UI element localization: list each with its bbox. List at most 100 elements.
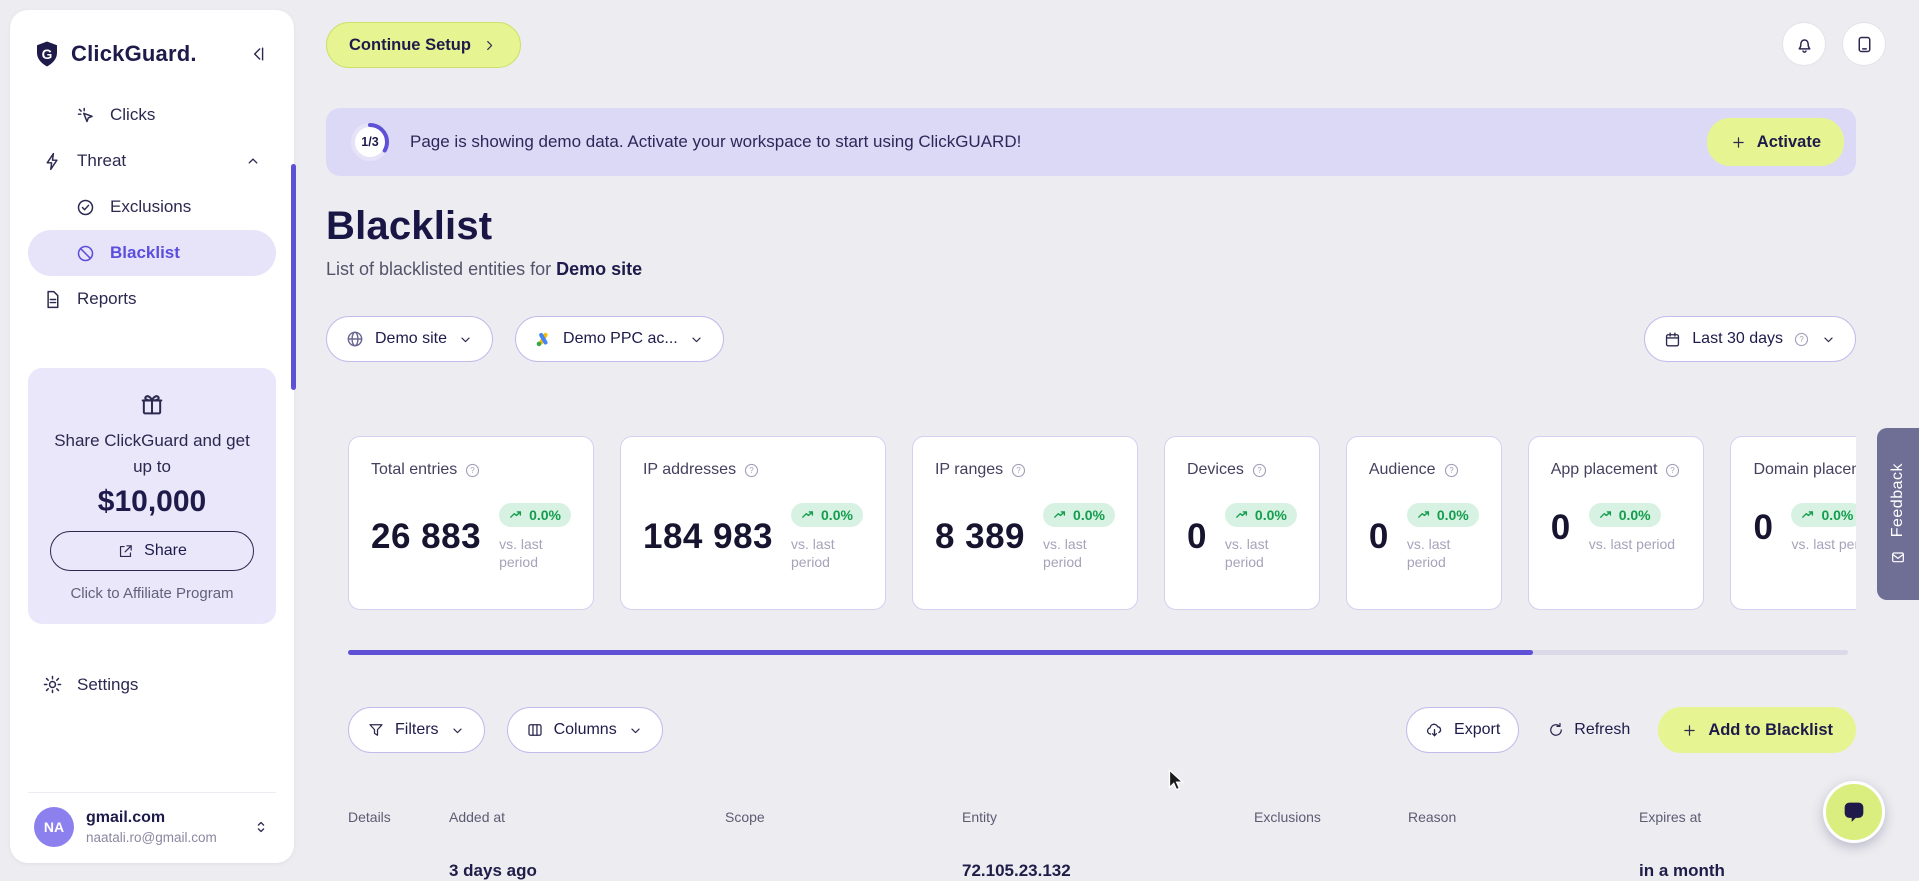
sidebar-item-blacklist[interactable]: Blacklist (28, 230, 276, 276)
ppc-account-selector[interactable]: Demo PPC ac... (515, 316, 724, 362)
stat-label: Audience (1368, 461, 1436, 478)
scrollbar-thumb[interactable] (348, 650, 1533, 655)
stat-label: Total entries (371, 461, 458, 478)
add-to-blacklist-label: Add to Blacklist (1708, 720, 1833, 739)
blacklist-table: Details Added at Scope Entity Exclusions… (348, 809, 1856, 881)
date-range-label: Last 30 days (1692, 330, 1783, 347)
sidebar-item-clicks[interactable]: Clicks (28, 92, 276, 138)
stat-vs-label: vs. last period (1791, 536, 1856, 552)
help-icon: ? (1252, 463, 1266, 477)
promo-amount: $10,000 (97, 485, 207, 518)
user-info: gmail.com naatali.ro@gmail.com (86, 809, 217, 845)
cards-horizontal-scrollbar[interactable] (348, 650, 1848, 655)
sidebar-nav: Clicks Threat Exclusions Blacklist Repor… (28, 92, 276, 322)
refresh-icon (1550, 722, 1563, 736)
chevron-down-icon (631, 727, 640, 733)
filters-button[interactable]: Filters (348, 707, 485, 753)
stat-value: 0 (1186, 517, 1207, 557)
stat-label: Domain placement (1753, 461, 1856, 478)
stat-change-badge: 0.0% (1043, 503, 1115, 527)
site-selector-label: Demo site (375, 330, 448, 347)
chat-bubble-icon (1844, 802, 1864, 822)
trend-up-icon (1802, 511, 1814, 518)
trend-up-icon (1599, 511, 1611, 518)
stat-change-badge: 0.0% (791, 503, 863, 527)
sidebar-item-threat[interactable]: Threat (28, 138, 276, 184)
stat-value: 26 883 (371, 517, 482, 557)
document-icon (47, 290, 59, 308)
stat-change: 0.0% (1436, 507, 1469, 523)
column-header-reason: Reason (1408, 809, 1457, 825)
stat-value: 184 983 (642, 517, 774, 557)
chat-widget-button[interactable] (1823, 781, 1885, 843)
stat-change-badge: 0.0% (1224, 503, 1297, 527)
banner-message: Page is showing demo data. Activate your… (410, 132, 1022, 151)
trend-up-icon (510, 511, 522, 518)
external-link-icon (120, 544, 132, 557)
feedback-tab[interactable]: Feedback (1877, 428, 1919, 600)
envelope-icon (1892, 552, 1904, 563)
column-header-scope: Scope (725, 809, 765, 825)
chevron-right-icon (487, 40, 493, 50)
stat-change: 0.0% (1073, 507, 1105, 523)
chevron-down-icon (692, 336, 701, 342)
shield-check-icon (77, 199, 94, 215)
continue-setup-label: Continue Setup (349, 35, 471, 54)
row-reason-cell (1408, 861, 1639, 881)
stat-card-ip-addresses: IP addresses ? 184 983 0.0% vs. last per… (619, 436, 886, 610)
sidebar-item-reports[interactable]: Reports (28, 276, 276, 322)
sidebar-item-label: Threat (77, 151, 127, 170)
columns-button[interactable]: Columns (506, 707, 663, 753)
toolbar-right-group: Export Refresh Add to Blacklist (1406, 707, 1856, 753)
stat-card-audience: Audience ? 0 0.0% vs. last period (1345, 436, 1502, 610)
export-button[interactable]: Export (1406, 707, 1520, 753)
refresh-button[interactable]: Refresh (1547, 721, 1630, 739)
ban-icon (77, 245, 94, 261)
subtitle-site-name: Demo site (556, 259, 643, 279)
date-range-selector[interactable]: Last 30 days ? (1644, 316, 1856, 362)
continue-setup-button[interactable]: Continue Setup (326, 22, 521, 68)
activate-label: Activate (1756, 132, 1821, 151)
site-selector[interactable]: Demo site (326, 316, 494, 362)
table-toolbar: Filters Columns Export Refresh Add to Bl… (348, 707, 1856, 753)
sidebar-item-settings[interactable]: Settings (28, 664, 276, 705)
cloud-download-icon (1426, 723, 1442, 736)
main-content: Continue Setup 1/3 Page is showing demo … (326, 0, 1856, 880)
chevron-down-icon (1824, 336, 1833, 342)
sidebar-item-exclusions[interactable]: Exclusions (28, 184, 276, 230)
notifications-button[interactable] (1782, 22, 1826, 66)
row-exclusions-cell (1254, 861, 1408, 881)
stat-label: IP addresses (642, 461, 737, 478)
globe-icon (347, 331, 363, 347)
stat-change: 0.0% (1254, 507, 1287, 523)
calendar-icon (1666, 331, 1680, 347)
trend-up-icon (1054, 511, 1066, 518)
demo-data-banner: 1/3 Page is showing demo data. Activate … (326, 108, 1856, 176)
stat-change-badge: 0.0% (1406, 503, 1479, 527)
chevron-down-icon (452, 727, 462, 733)
row-expires-cell: in a month (1639, 861, 1725, 880)
stat-value: 0 (1753, 508, 1774, 548)
stat-change-badge: 0.0% (1791, 503, 1856, 527)
affiliate-link[interactable]: Click to Affiliate Program (70, 585, 233, 602)
sidebar-item-label: Exclusions (110, 197, 192, 216)
stat-vs-label: vs. last period (791, 536, 835, 571)
sidebar-scrollbar[interactable] (291, 164, 296, 390)
add-to-blacklist-button[interactable]: Add to Blacklist (1658, 707, 1856, 753)
collapse-sidebar-button[interactable] (244, 40, 272, 68)
stat-card-ip-ranges: IP ranges ? 8 389 0.0% vs. last period (911, 436, 1138, 610)
row-entity-cell: 72.105.23.132 (962, 861, 1071, 880)
help-icon: ? (1666, 463, 1680, 477)
stats-cards-row: Total entries ? 26 883 0.0% vs. last per… (348, 436, 1856, 610)
export-label: Export (1454, 721, 1501, 738)
top-right-actions (1782, 22, 1886, 66)
activate-button[interactable]: Activate (1706, 118, 1844, 166)
devices-button[interactable] (1842, 22, 1886, 66)
feedback-label: Feedback (1889, 462, 1906, 538)
share-button[interactable]: Share (50, 531, 254, 571)
user-email: naatali.ro@gmail.com (86, 830, 217, 845)
stat-label: Devices (1186, 461, 1244, 478)
table-header-row: Details Added at Scope Entity Exclusions… (348, 809, 1856, 825)
scope-selectors: Demo site Demo PPC ac... Last 30 days ? (326, 316, 1856, 362)
user-account[interactable]: NA gmail.com naatali.ro@gmail.com (28, 792, 276, 849)
